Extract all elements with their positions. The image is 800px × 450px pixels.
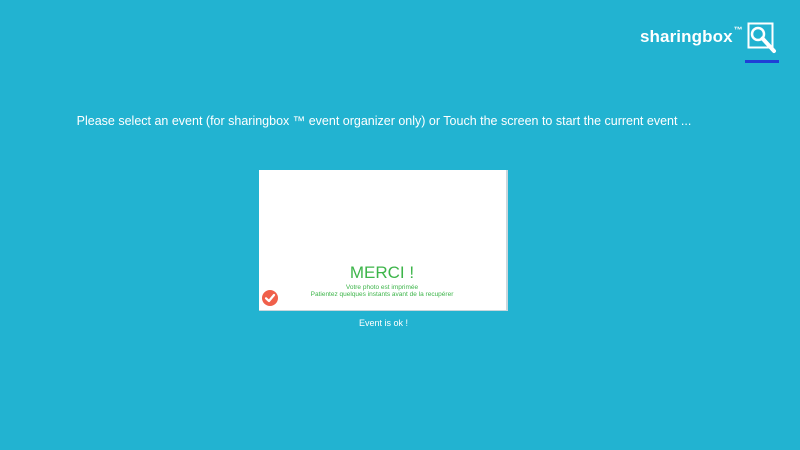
event-title: MERCI !: [349, 263, 415, 282]
event-message-line-2: Patientez quelques instants avant de la …: [310, 291, 454, 298]
event-thumbnail[interactable]: MERCI ! Votre photo est imprimée Patient…: [259, 170, 508, 311]
event-status-text: Event is ok !: [358, 318, 409, 328]
brand-trademark: ™: [733, 25, 743, 35]
check-circle-icon: [262, 290, 278, 306]
brand-logo: sharingbox™: [640, 25, 743, 47]
settings-button[interactable]: [745, 22, 779, 63]
wrench-magnifier-icon: [747, 22, 776, 53]
instructions-text: Please select an event (for sharingbox ™…: [76, 114, 692, 128]
brand-name: sharingbox: [640, 27, 733, 46]
event-message-line-1: Votre photo est imprimée: [345, 284, 419, 291]
active-indicator: [745, 60, 779, 63]
